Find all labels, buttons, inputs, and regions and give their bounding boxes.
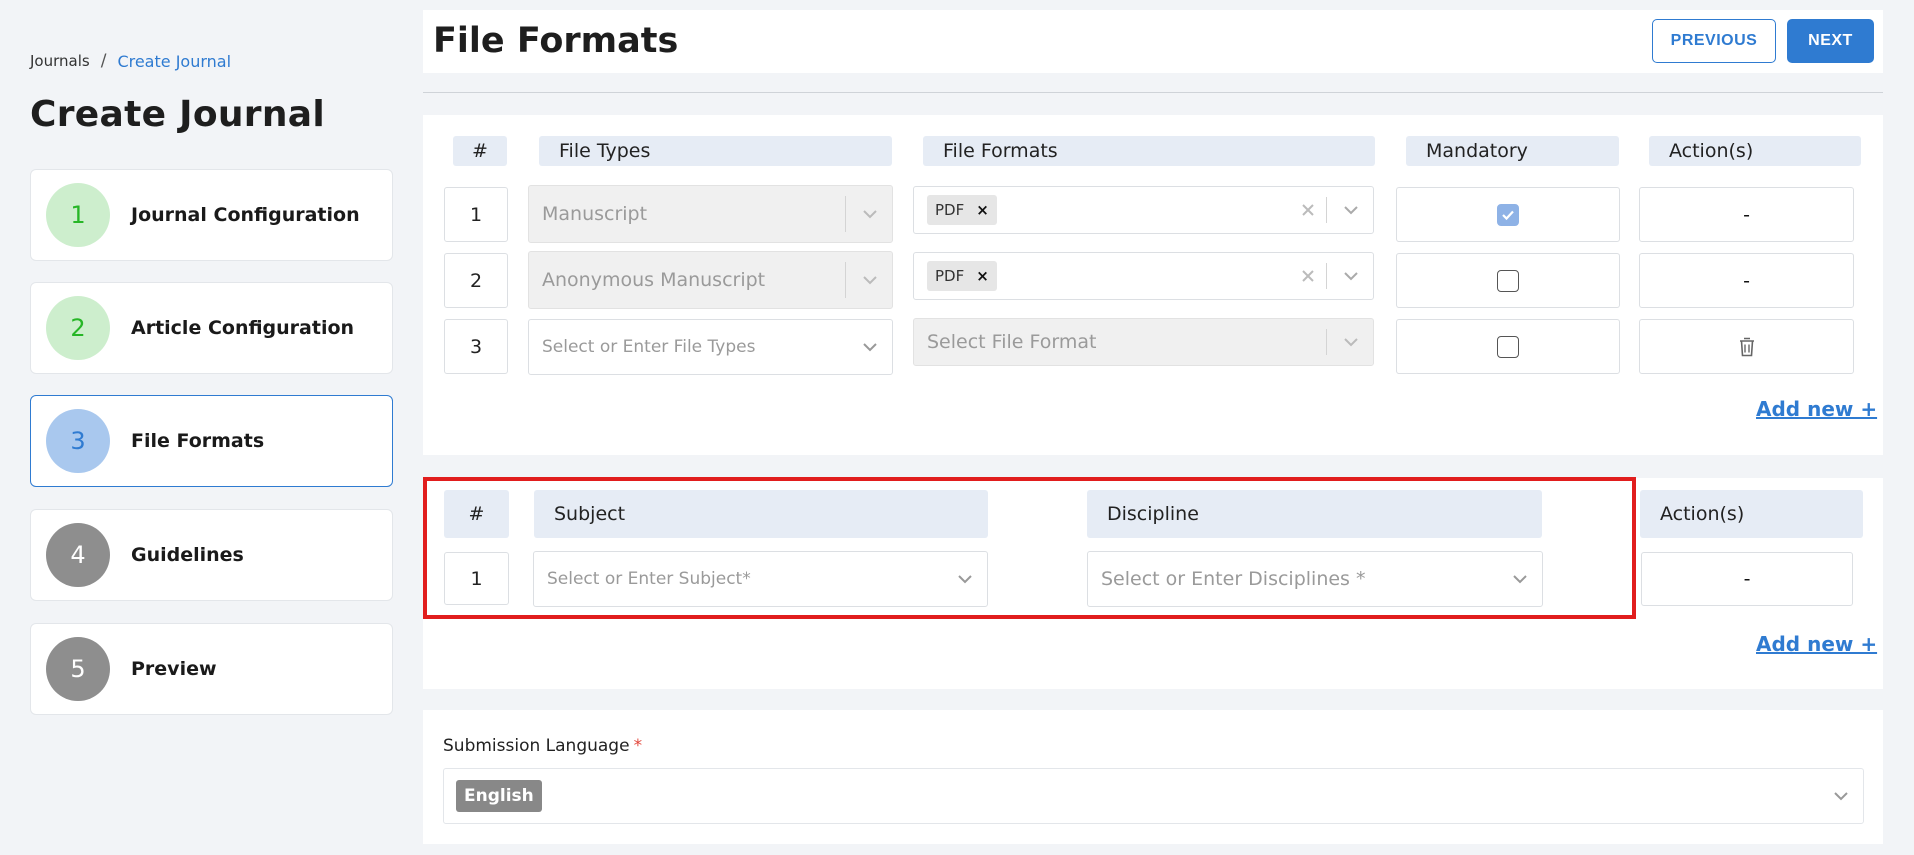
required-marker: * [633, 736, 643, 756]
format-tag-label: PDF [935, 201, 965, 219]
chevron-down-icon[interactable] [1512, 574, 1528, 584]
select-separator [1326, 197, 1327, 223]
file-format-placeholder: Select File Format [927, 331, 1097, 353]
file-type-select[interactable]: Anonymous Manuscript [528, 251, 893, 309]
row-number: 2 [444, 253, 508, 308]
chevron-down-icon[interactable] [1343, 205, 1359, 215]
chevron-down-icon[interactable] [862, 209, 878, 219]
clear-icon[interactable] [1301, 269, 1315, 283]
file-type-placeholder: Select or Enter File Types [542, 337, 756, 357]
action-placeholder: - [1743, 269, 1750, 292]
language-tag: English [456, 780, 542, 812]
file-format-select[interactable]: Select File Format [913, 318, 1374, 366]
file-type-value: Anonymous Manuscript [542, 269, 766, 291]
chevron-down-icon[interactable] [1343, 271, 1359, 281]
format-tag: PDF × [927, 261, 997, 291]
mandatory-cell [1396, 253, 1620, 308]
file-type-select[interactable]: Select or Enter File Types [528, 319, 893, 375]
col-header-discipline: Discipline [1087, 490, 1542, 538]
trash-icon[interactable] [1738, 336, 1756, 358]
step-number: 5 [46, 637, 110, 701]
file-type-select[interactable]: Manuscript [528, 185, 893, 243]
col-header-num: # [453, 136, 507, 166]
select-separator [1326, 329, 1327, 355]
submission-language-label: Submission Language * [443, 736, 642, 756]
file-format-select[interactable]: PDF × [913, 186, 1374, 234]
checkmark-icon [1502, 210, 1514, 220]
step-label: Guidelines [131, 544, 244, 566]
breadcrumb-journals-link[interactable]: Journals [30, 52, 90, 70]
row-number: 3 [444, 319, 508, 374]
mandatory-checkbox[interactable] [1497, 203, 1519, 226]
select-separator [845, 196, 846, 232]
step-label: File Formats [131, 430, 265, 452]
step-number: 4 [46, 523, 110, 587]
row-number: 1 [444, 552, 509, 605]
chevron-down-icon[interactable] [862, 342, 878, 352]
actions-cell [1639, 319, 1854, 374]
step-number: 1 [46, 183, 110, 247]
next-button[interactable]: NEXT [1787, 19, 1874, 63]
step-label: Preview [131, 658, 217, 680]
col-header-num: # [444, 490, 509, 538]
actions-cell: - [1639, 187, 1854, 242]
previous-button[interactable]: PREVIOUS [1652, 19, 1776, 63]
step-number: 3 [46, 409, 110, 473]
step-file-formats[interactable]: 3 File Formats [30, 395, 393, 487]
chevron-down-icon[interactable] [1833, 791, 1849, 801]
discipline-placeholder: Select or Enter Disciplines * [1101, 568, 1366, 590]
chevron-down-icon[interactable] [862, 275, 878, 285]
add-file-format-row-link[interactable]: Add new + [1756, 397, 1877, 421]
step-label: Journal Configuration [131, 204, 360, 226]
subject-select[interactable]: Select or Enter Subject* [533, 551, 988, 607]
col-header-subject: Subject [534, 490, 988, 538]
file-format-select[interactable]: PDF × [913, 252, 1374, 300]
chevron-down-icon[interactable] [1343, 337, 1359, 347]
file-type-value: Manuscript [542, 203, 648, 225]
tag-remove-icon[interactable]: × [976, 267, 989, 285]
format-tag: PDF × [927, 195, 997, 225]
add-subject-row-link[interactable]: Add new + [1756, 632, 1877, 656]
file-formats-card: # File Types File Formats Mandatory Acti… [423, 115, 1883, 455]
step-journal-configuration[interactable]: 1 Journal Configuration [30, 169, 393, 261]
select-separator [845, 262, 846, 298]
header-divider [423, 92, 1883, 93]
col-header-actions: Action(s) [1649, 136, 1861, 166]
action-placeholder: - [1743, 568, 1751, 590]
mandatory-cell [1396, 187, 1620, 242]
submission-language-label-text: Submission Language [443, 736, 630, 756]
mandatory-checkbox[interactable] [1497, 335, 1519, 358]
col-header-actions: Action(s) [1640, 490, 1863, 538]
breadcrumb-current: Create Journal [117, 51, 232, 71]
format-tag-label: PDF [935, 267, 965, 285]
step-article-configuration[interactable]: 2 Article Configuration [30, 282, 393, 374]
clear-icon[interactable] [1301, 203, 1315, 217]
section-header: File Formats PREVIOUS NEXT [423, 10, 1883, 73]
section-title: File Formats [433, 21, 679, 61]
row-number: 1 [444, 187, 508, 242]
col-header-file-formats: File Formats [923, 136, 1375, 166]
tag-remove-icon[interactable]: × [976, 201, 989, 219]
discipline-select[interactable]: Select or Enter Disciplines * [1087, 551, 1543, 607]
step-guidelines[interactable]: 4 Guidelines [30, 509, 393, 601]
col-header-mandatory: Mandatory [1406, 136, 1619, 166]
mandatory-checkbox[interactable] [1497, 269, 1519, 292]
col-header-file-types: File Types [539, 136, 892, 166]
subject-placeholder: Select or Enter Subject* [547, 569, 751, 589]
page-title: Create Journal [30, 94, 326, 135]
step-number: 2 [46, 296, 110, 360]
select-separator [1326, 263, 1327, 289]
action-placeholder: - [1743, 203, 1750, 226]
breadcrumb-separator: / [100, 51, 107, 71]
actions-cell: - [1639, 253, 1854, 308]
mandatory-cell [1396, 319, 1620, 374]
submission-language-card: Submission Language * English [423, 710, 1883, 844]
step-label: Article Configuration [131, 317, 355, 339]
submission-language-select[interactable]: English [443, 768, 1864, 824]
step-preview[interactable]: 5 Preview [30, 623, 393, 715]
actions-cell: - [1641, 552, 1853, 606]
chevron-down-icon[interactable] [957, 574, 973, 584]
subject-discipline-card: # Subject Discipline Action(s) 1 Select … [423, 478, 1883, 689]
breadcrumb: Journals / Create Journal [30, 51, 231, 71]
